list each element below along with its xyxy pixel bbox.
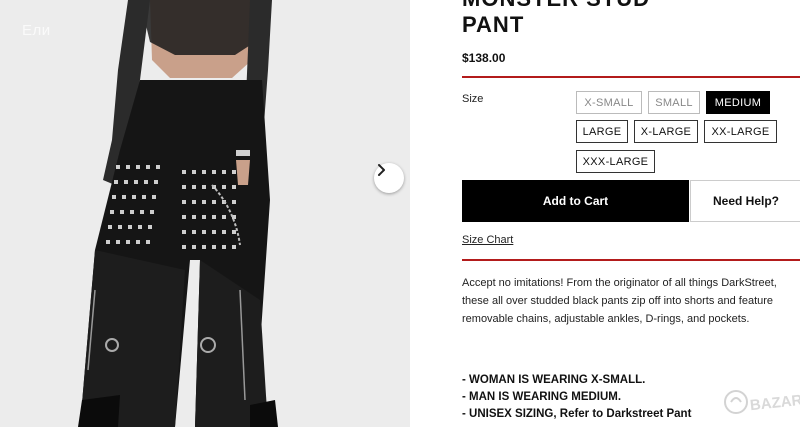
divider [462, 76, 800, 78]
product-info-panel: MONSTER STUD PANT $138.00 Size X-SMALL S… [462, 0, 800, 427]
size-option-medium[interactable]: MEDIUM [706, 91, 770, 114]
size-option-x-large[interactable]: X-LARGE [634, 120, 698, 143]
size-chart-link[interactable]: Size Chart [462, 234, 513, 246]
watermark-text: Ели [22, 22, 51, 39]
size-option-x-small[interactable]: X-SMALL [576, 91, 642, 114]
size-option-large[interactable]: LARGE [576, 120, 628, 143]
bazar-watermark-logo: BAZAR [722, 380, 800, 420]
svg-text:BAZAR: BAZAR [749, 392, 800, 414]
divider [462, 259, 800, 261]
product-photo-illustration [0, 0, 410, 427]
product-description: Accept no imitations! From the originato… [462, 277, 777, 325]
chevron-right-icon [378, 164, 385, 176]
add-to-cart-button[interactable]: Add to Cart [462, 180, 689, 222]
size-option-xxx-large[interactable]: XXX-LARGE [576, 150, 655, 173]
need-help-button[interactable]: Need Help? [690, 180, 800, 222]
product-title-line1: MONSTER STUD [462, 0, 650, 11]
product-title: MONSTER STUD PANT [462, 0, 650, 38]
product-price: $138.00 [462, 51, 506, 65]
product-image: Ели [0, 0, 410, 427]
bazar-logo-icon: BAZAR [724, 390, 800, 414]
size-label: Size [462, 93, 484, 105]
gallery-next-button[interactable] [374, 163, 404, 193]
product-title-line2: PANT [462, 12, 525, 37]
size-option-small[interactable]: SMALL [648, 91, 700, 114]
size-option-xx-large[interactable]: XX-LARGE [704, 120, 777, 143]
